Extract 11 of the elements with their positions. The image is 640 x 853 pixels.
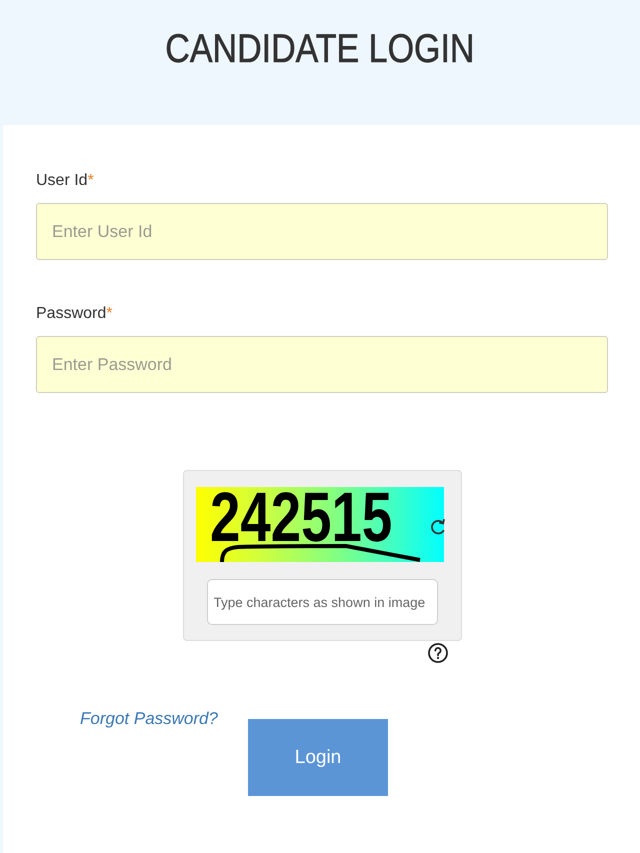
input-field[interactable]: Enter Password [36, 336, 608, 393]
field-label: Password* [36, 304, 112, 324]
captcha-input-field[interactable]: Type characters as shown in image [206, 579, 438, 625]
login-button[interactable]: Login [248, 719, 388, 796]
refresh-icon[interactable] [430, 517, 446, 537]
input-field[interactable]: Enter User Id [36, 203, 608, 260]
help-icon[interactable] [428, 643, 448, 663]
field-label: User Id* [36, 171, 94, 191]
page-title: CANDIDATE LOGIN [165, 26, 475, 72]
forgot-password-link[interactable]: Forgot Password? [80, 709, 218, 729]
captcha-text: 242515 [210, 491, 392, 543]
